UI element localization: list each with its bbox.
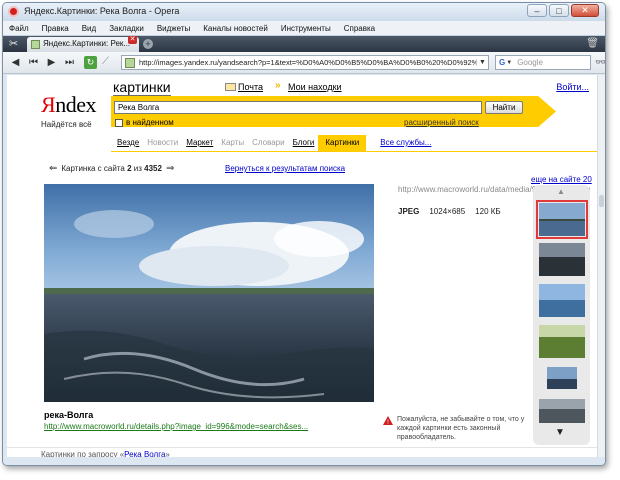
yandex-logo[interactable]: Яndex <box>41 93 96 117</box>
image-size: 120 КБ <box>475 207 501 216</box>
service-tab[interactable]: Словари <box>248 135 289 151</box>
next-arrow-icon[interactable]: ⇒ <box>166 163 174 174</box>
service-tab[interactable]: Блоги <box>289 135 319 151</box>
thumbnail[interactable] <box>539 243 585 276</box>
thumbnail-strip: ▲ ▼ <box>533 185 590 445</box>
footer-divider <box>7 447 601 448</box>
address-text[interactable]: http://images.yandex.ru/yandsearch?p=1&t… <box>139 58 476 67</box>
divider <box>111 151 601 152</box>
google-icon[interactable]: G <box>499 58 505 67</box>
scrollbar-thumb[interactable] <box>599 195 604 207</box>
pager-text: Картинка с сайта 2 из 4352 <box>61 164 162 173</box>
service-tab[interactable]: Везде <box>113 135 143 151</box>
title-bar: Яндекс.Картинки: Река Волга - Opera – □ … <box>3 3 605 21</box>
more-on-site-link[interactable]: еще на сайте 20 <box>531 175 592 184</box>
reload-icon[interactable]: ↻ <box>84 56 97 69</box>
fast-forward-icon[interactable]: ⏭ <box>63 56 76 69</box>
warning-icon: ! <box>383 416 393 425</box>
search-input[interactable]: Река Волга <box>114 101 482 114</box>
menu-item[interactable]: Инструменты <box>281 24 331 33</box>
address-dropdown-icon[interactable]: ▼ <box>476 59 488 66</box>
close-tab-icon[interactable]: ✕ <box>128 36 137 44</box>
finds-icon: » <box>275 80 281 91</box>
thumbnail[interactable] <box>539 284 585 317</box>
menu-item[interactable]: Справка <box>344 24 375 33</box>
opera-logo-icon <box>8 6 19 17</box>
source-page-link[interactable]: http://www.macroworld.ru/details.php?ima… <box>44 422 308 431</box>
maximize-icon[interactable]: □ <box>549 4 569 17</box>
tab-bar: ✂ Яндекс.Картинки: Рек... ✕ + 🗑 <box>3 36 605 52</box>
wand-icon[interactable]: ⟋ <box>102 56 109 67</box>
back-icon[interactable]: ◀ <box>9 56 22 69</box>
minimize-icon[interactable]: – <box>527 4 547 17</box>
address-toolbar: ◀ ⏮ ▶ ⏭ ↻ ⟋ http://images.yandex.ru/yand… <box>3 52 605 74</box>
page-icon <box>125 57 135 68</box>
page-favicon-icon <box>31 40 40 49</box>
scroll-down-icon[interactable]: ▼ <box>555 427 565 438</box>
close-window-icon[interactable]: ✕ <box>571 4 599 17</box>
find-button[interactable]: Найти <box>485 101 523 114</box>
thumbnail[interactable] <box>536 200 588 239</box>
menu-item[interactable]: Правка <box>42 24 69 33</box>
in-found-label: в найденном <box>126 118 174 127</box>
menu-bar: Файл Правка Вид Закладки Виджеты Каналы новос… <box>3 21 605 36</box>
mail-icon <box>225 83 236 91</box>
tools-icon[interactable]: ✂ <box>9 38 18 50</box>
image-dimensions: 1024×685 <box>429 207 466 216</box>
menu-item[interactable]: Закладки <box>109 24 144 33</box>
service-tab[interactable]: Картинки <box>318 135 367 151</box>
menu-item[interactable]: Файл <box>9 24 29 33</box>
service-tabs: Везде Новости Маркет Карты Словари Блоги Карти… <box>113 135 435 151</box>
scroll-up-icon[interactable]: ▲ <box>557 187 565 196</box>
trash-icon[interactable]: 🗑 <box>586 38 599 49</box>
main-photo[interactable] <box>44 184 374 402</box>
thumbnail[interactable] <box>539 399 585 423</box>
service-tab[interactable]: Маркет <box>182 135 217 151</box>
address-field[interactable]: http://images.yandex.ru/yandsearch?p=1&t… <box>121 55 489 70</box>
engine-dropdown-icon[interactable]: ▼ <box>506 60 512 66</box>
tab-label: Яндекс.Картинки: Рек... <box>43 39 131 48</box>
tab-yandex-images[interactable]: Яндекс.Картинки: Рек... ✕ <box>27 36 139 52</box>
all-services-link[interactable]: Все службы... <box>376 135 435 151</box>
service-title[interactable]: картинки <box>113 80 171 96</box>
prev-arrow-icon[interactable]: ⇐ <box>49 163 57 174</box>
image-source-url[interactable]: http://www.macroworld.ru/data/media/9/DS… <box>398 185 591 195</box>
mail-link[interactable]: Почта <box>238 82 263 92</box>
login-link[interactable]: Войти... <box>556 82 589 92</box>
binoculars-icon[interactable]: 👓 <box>595 57 605 68</box>
vertical-scrollbar[interactable] <box>597 75 605 459</box>
in-found-checkbox[interactable] <box>115 119 123 127</box>
image-pager: ⇐ Картинка с сайта 2 из 4352 ⇒ <box>45 163 178 174</box>
image-format: JPEG <box>398 207 420 216</box>
status-bar <box>3 457 605 465</box>
menu-item[interactable]: Каналы новостей <box>203 24 268 33</box>
rewind-icon[interactable]: ⏮ <box>27 56 40 69</box>
menu-item[interactable]: Виджеты <box>157 24 190 33</box>
advanced-search-link[interactable]: расширенный поиск <box>404 118 479 127</box>
menu-item[interactable]: Вид <box>82 24 96 33</box>
web-page: Яndex Найдётся всё картинки Почта » Мои … <box>7 75 601 459</box>
forward-icon[interactable]: ▶ <box>45 56 58 69</box>
search-engine-placeholder[interactable]: Google <box>517 58 543 67</box>
window-title: Яндекс.Картинки: Река Волга - Opera <box>24 6 180 16</box>
thumbnail[interactable] <box>547 367 577 389</box>
service-tab[interactable]: Карты <box>217 135 248 151</box>
image-meta: JPEG 1024×685 120 КБ <box>398 207 501 216</box>
slogan: Найдётся всё <box>41 120 92 129</box>
new-tab-icon[interactable]: + <box>143 39 153 49</box>
back-to-results-link[interactable]: Вернуться к результатам поиска <box>225 164 345 173</box>
image-caption: река-Волга <box>44 410 94 420</box>
copyright-warning: Пожалуйста, не забывайте о том, что у ка… <box>397 416 525 441</box>
thumbnail[interactable] <box>539 325 585 358</box>
my-finds-link[interactable]: Мои находки <box>288 82 342 92</box>
service-tab[interactable]: Новости <box>143 135 182 151</box>
browser-window: Яндекс.Картинки: Река Волга - Opera – □ … <box>2 2 606 466</box>
search-engine-field[interactable]: G ▼ Google <box>495 55 591 70</box>
